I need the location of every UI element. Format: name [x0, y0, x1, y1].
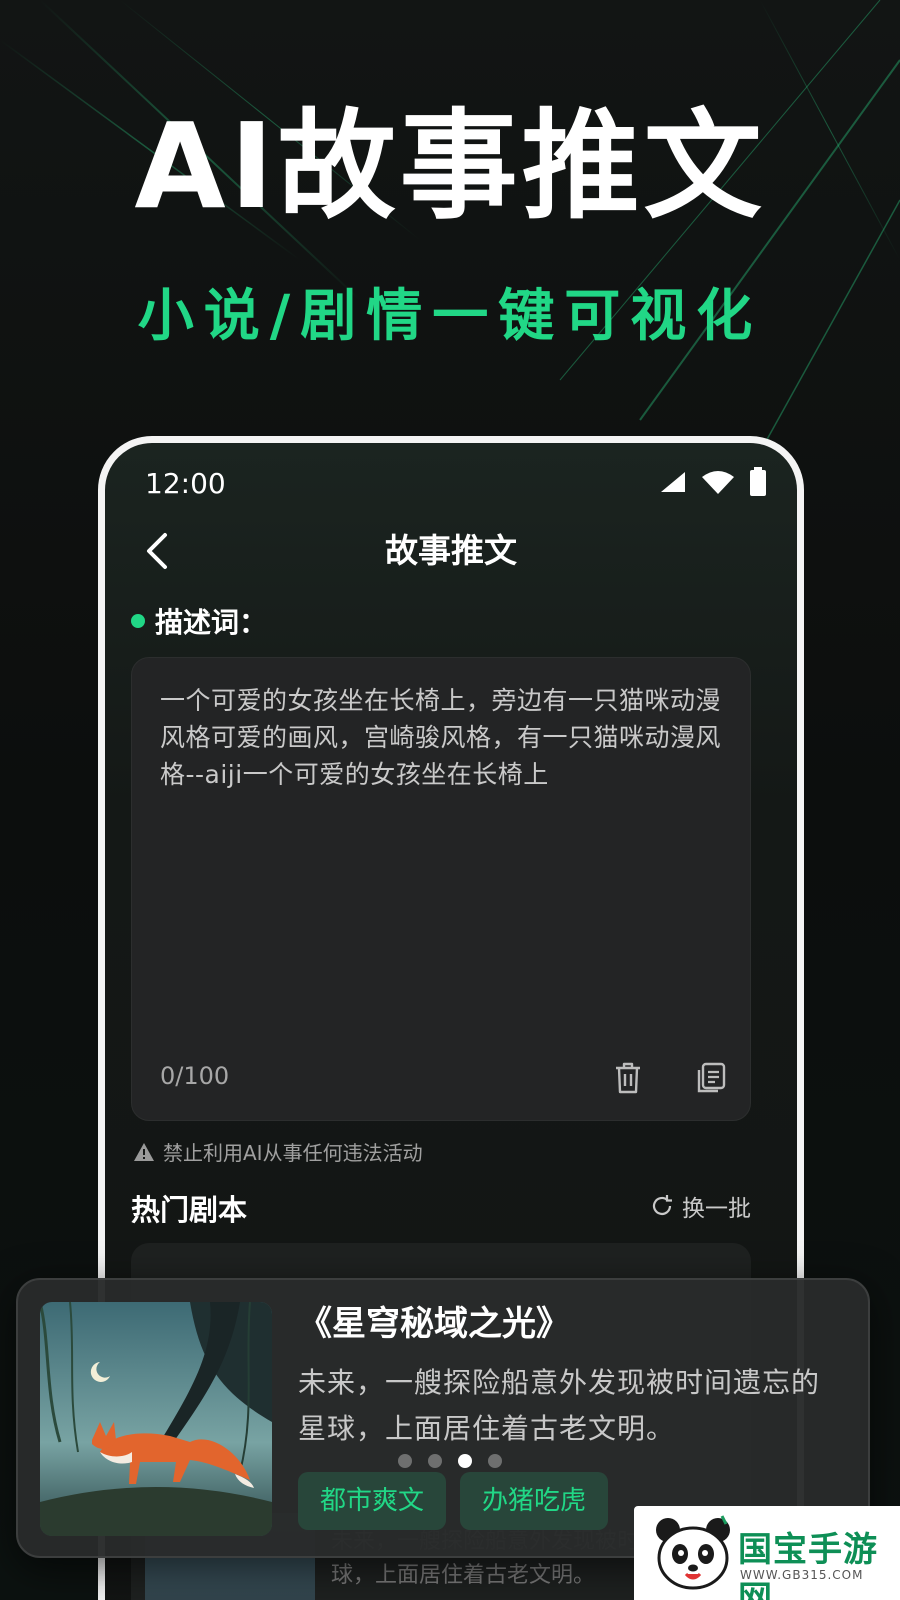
hero-title: AI故事推文 [134, 97, 766, 235]
battery-icon [749, 467, 767, 501]
hero-subtitle: 小说/剧情一键可视化 [137, 284, 763, 349]
trash-icon [616, 1062, 640, 1094]
green-dot-icon [131, 614, 145, 628]
wifi-icon [701, 469, 735, 499]
char-count: 0/100 [160, 1062, 230, 1090]
watermark-name: 国宝手游网 [738, 1530, 878, 1600]
hot-scripts-title: 热门剧本 [131, 1193, 248, 1227]
featured-title: 《星穹秘域之光》 [298, 1304, 570, 1344]
refresh-button[interactable]: 换一批 [650, 1189, 751, 1223]
carousel-indicator [398, 1454, 502, 1468]
copy-icon [697, 1062, 726, 1093]
fox-illustration [40, 1302, 272, 1536]
tag-chip[interactable]: 办猪吃虎 [460, 1472, 609, 1530]
prompt-textarea[interactable]: 一个可爱的女孩坐在长椅上，旁边有一只猫咪动漫风格可爱的画风，宫崎骏风格，有一只猫… [131, 657, 751, 1121]
prompt-label: 描述词： [155, 606, 268, 639]
featured-tags: 都市爽文 办猪吃虎 [298, 1472, 609, 1530]
page-title: 故事推文 [385, 531, 517, 570]
site-watermark: 国宝手游网 WWW.GB315.COM [634, 1506, 900, 1600]
status-time: 12:00 [145, 467, 226, 500]
warning-row: 禁止利用AI从事任何违法活动 [133, 1137, 423, 1166]
warning-icon [134, 1142, 154, 1161]
carousel-dot-active[interactable] [458, 1454, 472, 1468]
carousel-dot[interactable] [428, 1454, 442, 1468]
watermark-url: WWW.GB315.COM [740, 1568, 864, 1582]
refresh-icon [652, 1195, 672, 1215]
signal-icon [659, 470, 687, 498]
prompt-label-row: 描述词： [131, 601, 267, 641]
clear-button[interactable] [612, 1060, 644, 1096]
carousel-dot[interactable] [398, 1454, 412, 1468]
hot-scripts-header: 热门剧本 换一批 [131, 1187, 751, 1227]
panda-logo-icon [656, 1515, 730, 1590]
carousel-dot[interactable] [488, 1454, 502, 1468]
status-icons [659, 467, 767, 501]
copy-button[interactable] [694, 1060, 728, 1096]
app-promo-screen: AI故事推文 小说/剧情一键可视化 12:00 故事推文 描述词： 一个可爱的女… [0, 0, 900, 1600]
tag-chip[interactable]: 都市爽文 [298, 1472, 447, 1530]
warning-text: 禁止利用AI从事任何违法活动 [163, 1141, 423, 1165]
featured-description: 未来，一艘探险船意外发现被时间遗忘的星球，上面居住着古老文明。 [298, 1366, 821, 1445]
prompt-text[interactable]: 一个可爱的女孩坐在长椅上，旁边有一只猫咪动漫风格可爱的画风，宫崎骏风格，有一只猫… [160, 682, 730, 793]
refresh-label: 换一批 [682, 1196, 751, 1222]
